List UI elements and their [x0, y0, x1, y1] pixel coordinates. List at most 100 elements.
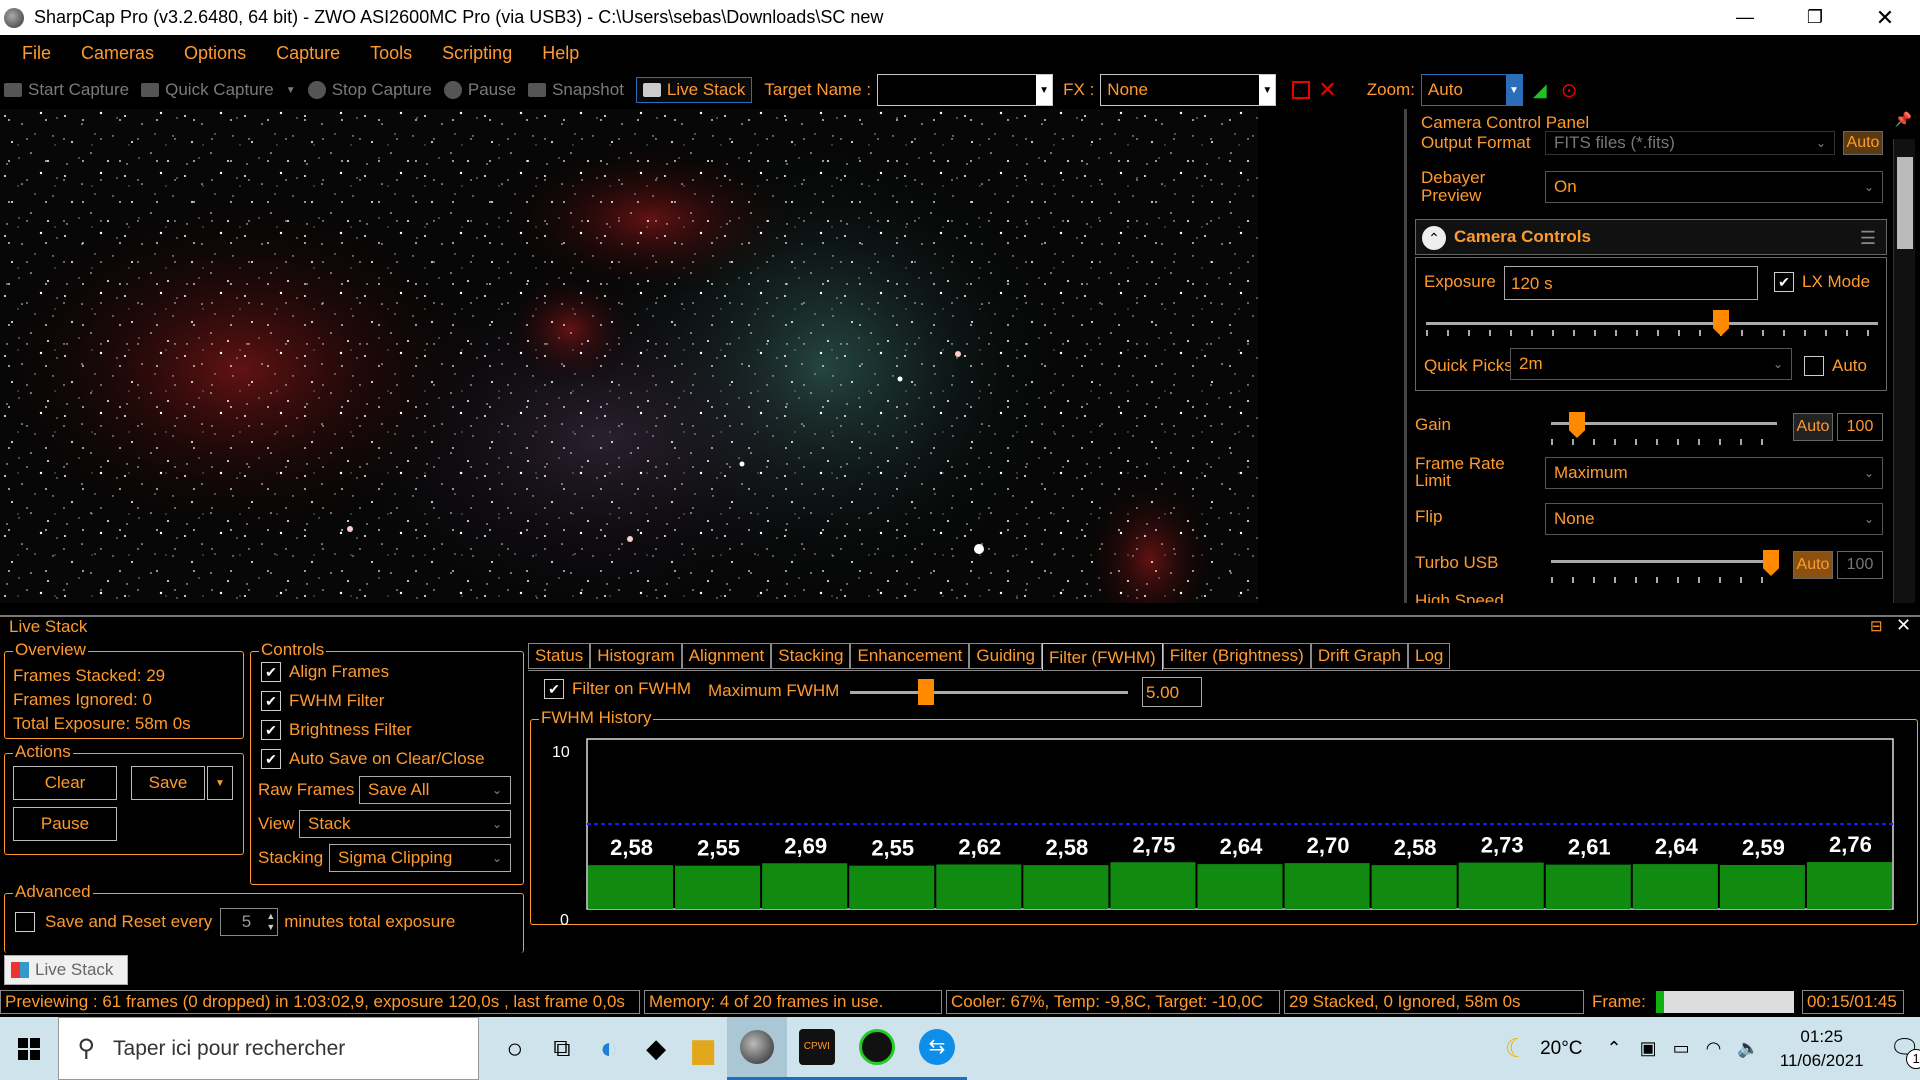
file-explorer-icon[interactable]: ▆ — [680, 1017, 727, 1080]
target-name-input[interactable]: ▼ — [877, 74, 1054, 106]
quickpicks-auto-toggle[interactable]: Auto — [1804, 356, 1867, 376]
save-reset-checkbox[interactable] — [15, 912, 35, 932]
exposure-slider-track[interactable] — [1426, 322, 1878, 325]
max-fwhm-input[interactable]: 5.00 — [1142, 677, 1202, 707]
menu-icon[interactable]: ☰ — [1860, 228, 1876, 249]
reticule-icon[interactable]: ✕ — [1318, 77, 1336, 103]
autosave-checkbox[interactable]: ✔ — [261, 749, 281, 769]
menu-file[interactable]: File — [22, 43, 51, 64]
fwhm-filter-checkbox[interactable]: ✔ — [261, 691, 281, 711]
tab-log[interactable]: Log — [1407, 643, 1451, 669]
sharpcap-taskbar-icon[interactable] — [726, 1017, 787, 1080]
framerate-select[interactable]: Maximum ⌄ — [1545, 457, 1883, 489]
start-capture-button[interactable]: Start Capture — [4, 80, 129, 100]
quickpicks-auto-checkbox[interactable] — [1804, 356, 1824, 376]
histogram-icon[interactable]: ◢ — [1533, 80, 1547, 101]
autosave-row[interactable]: ✔ Auto Save on Clear/Close — [261, 749, 485, 769]
dropbox-icon[interactable]: ◆ — [633, 1017, 680, 1080]
max-fwhm-track[interactable] — [850, 691, 1128, 694]
save-button[interactable]: Save — [131, 766, 205, 800]
quick-capture-button[interactable]: Quick Capture ▼ — [141, 80, 296, 100]
gain-auto-button[interactable]: Auto — [1793, 413, 1833, 441]
tab-status[interactable]: Status — [528, 643, 591, 669]
turbo-slider-thumb[interactable] — [1763, 550, 1779, 576]
tab-enhancement[interactable]: Enhancement — [850, 643, 970, 669]
cpwi-icon[interactable]: CPWI — [786, 1017, 847, 1080]
magnifier-icon[interactable]: ⊙ — [1561, 78, 1578, 103]
image-viewer[interactable] — [0, 109, 1258, 603]
notification-icon[interactable]: 🗨 1 — [1890, 1034, 1920, 1069]
weather-temp[interactable]: 20°C — [1540, 1038, 1582, 1060]
minutes-spinner[interactable]: 5 ▲ ▼ — [220, 908, 279, 936]
clear-button[interactable]: Clear — [13, 766, 117, 800]
raw-frames-select[interactable]: Save All ⌄ — [359, 776, 511, 804]
menu-cameras[interactable]: Cameras — [81, 43, 154, 64]
bottom-tab-live-stack[interactable]: Live Stack — [4, 955, 128, 985]
teamviewer-icon[interactable]: ⇆ — [906, 1017, 967, 1080]
pin-icon[interactable]: 📌 — [1895, 111, 1912, 128]
collapse-icon[interactable]: ⌃ — [1422, 226, 1446, 250]
stacking-select[interactable]: Sigma Clipping ⌄ — [329, 844, 511, 872]
minimize-button[interactable]: — — [1710, 0, 1780, 35]
quickpicks-select[interactable]: 2m ⌄ — [1510, 348, 1792, 380]
weather-moon-icon[interactable]: ☾ — [1493, 1017, 1540, 1080]
spinner-arrows-icon[interactable]: ▲ ▼ — [266, 911, 275, 933]
fx-select[interactable]: None ▼ — [1100, 74, 1277, 106]
output-auto-button[interactable]: Auto — [1843, 131, 1883, 155]
tab-guiding[interactable]: Guiding — [969, 643, 1042, 669]
live-stack-button[interactable]: Live Stack — [635, 77, 753, 103]
exposure-input[interactable]: 120 s — [1504, 266, 1758, 300]
turbo-slider-track[interactable] — [1551, 560, 1777, 563]
output-format-select[interactable]: FITS files (*.fits) ⌄ — [1545, 131, 1835, 155]
brightness-filter-row[interactable]: ✔ Brightness Filter — [261, 720, 412, 740]
menu-help[interactable]: Help — [542, 43, 579, 64]
snapshot-button[interactable]: Snapshot — [528, 80, 624, 100]
pause-button[interactable]: Pause — [443, 80, 516, 100]
gain-slider-thumb[interactable] — [1569, 412, 1585, 438]
menu-scripting[interactable]: Scripting — [442, 43, 512, 64]
max-fwhm-thumb[interactable] — [918, 679, 935, 705]
chevron-down-icon[interactable]: ▼ — [286, 85, 296, 96]
edge-icon[interactable]: ◐ — [586, 1017, 633, 1080]
debayer-select[interactable]: On ⌄ — [1545, 171, 1883, 203]
tab-stacking[interactable]: Stacking — [771, 643, 851, 669]
taskbar-search[interactable]: ⚲ Taper ici pour rechercher — [58, 1017, 480, 1080]
filter-on-fwhm-checkbox[interactable]: ✔ — [544, 679, 564, 699]
turbo-auto-button[interactable]: Auto — [1793, 551, 1833, 579]
tab-filter-brightness[interactable]: Filter (Brightness) — [1162, 643, 1311, 669]
chevron-down-icon[interactable]: ▼ — [1259, 75, 1276, 105]
tab-histogram[interactable]: Histogram — [590, 643, 682, 669]
lx-mode-toggle[interactable]: ✔ LX Mode — [1774, 272, 1870, 292]
tray-device-icon[interactable]: ▣ — [1640, 1038, 1657, 1059]
align-frames-checkbox[interactable]: ✔ — [261, 662, 281, 682]
task-view-icon[interactable]: ⧉ — [538, 1017, 585, 1080]
dock-icon[interactable]: ⊟ — [1870, 617, 1883, 635]
menu-options[interactable]: Options — [184, 43, 246, 64]
scrollbar-thumb[interactable] — [1897, 157, 1913, 249]
turbo-value-input[interactable]: 100 — [1837, 551, 1883, 579]
phd-guiding-icon[interactable] — [846, 1017, 907, 1080]
chevron-down-icon[interactable]: ▼ — [1036, 75, 1053, 105]
pause-stack-button[interactable]: Pause — [13, 807, 117, 841]
brightness-filter-checkbox[interactable]: ✔ — [261, 720, 281, 740]
close-button[interactable]: ✕ — [1850, 0, 1920, 35]
battery-icon[interactable]: ▭ — [1673, 1038, 1690, 1059]
stop-capture-button[interactable]: Stop Capture — [307, 80, 432, 100]
wifi-icon[interactable]: ◠ — [1706, 1038, 1722, 1059]
chevron-down-icon[interactable]: ▼ — [1505, 75, 1522, 105]
menu-capture[interactable]: Capture — [276, 43, 340, 64]
volume-icon[interactable]: 🔈 — [1737, 1038, 1759, 1059]
tray-chevron-up-icon[interactable]: ⌃ — [1607, 1038, 1622, 1059]
save-dropdown-button[interactable]: ▼ — [207, 766, 233, 800]
align-frames-row[interactable]: ✔ Align Frames — [261, 662, 389, 682]
windows-start-icon[interactable] — [0, 1017, 58, 1080]
filter-on-fwhm-row[interactable]: ✔ Filter on FWHM — [544, 679, 691, 699]
restore-button[interactable]: ❐ — [1780, 0, 1850, 35]
tab-filter-fwhm[interactable]: Filter (FWHM) — [1042, 643, 1163, 671]
panel-scrollbar[interactable] — [1893, 139, 1915, 603]
close-icon[interactable]: ✕ — [1896, 615, 1911, 636]
tab-drift-graph[interactable]: Drift Graph — [1310, 643, 1408, 669]
taskbar-clock[interactable]: 01:25 11/06/2021 — [1780, 1025, 1864, 1073]
fwhm-filter-row[interactable]: ✔ FWHM Filter — [261, 691, 384, 711]
gain-value-input[interactable]: 100 — [1837, 413, 1883, 441]
